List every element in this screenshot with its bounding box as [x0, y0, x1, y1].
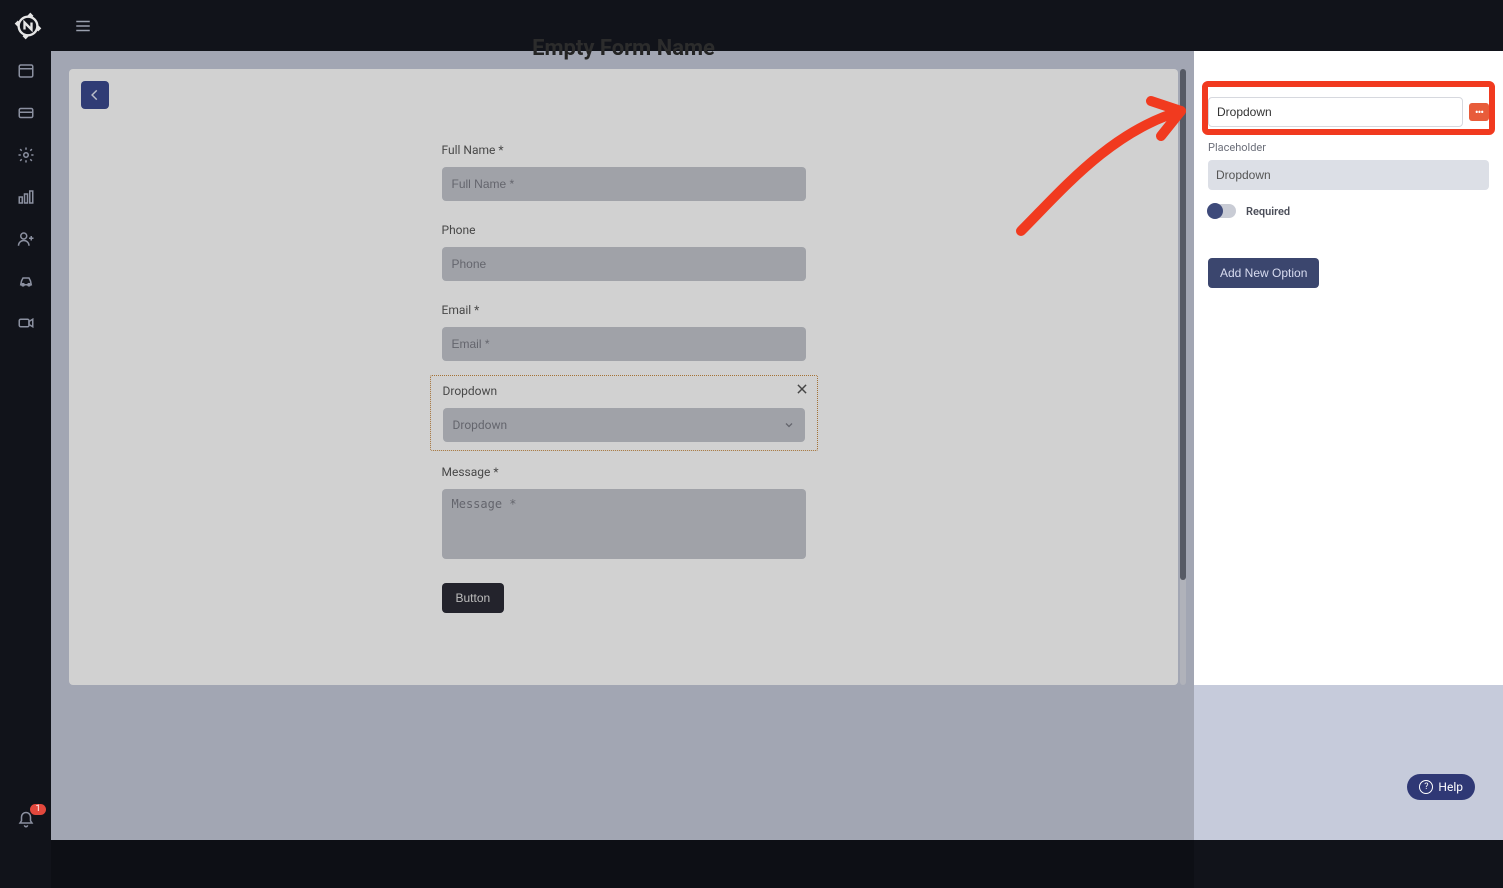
form-card: Full Name * Phone Email * Dropdown: [430, 135, 818, 631]
form-canvas: Empty Form Name Full Name * Phone Email …: [69, 69, 1178, 685]
field-message[interactable]: Message *: [430, 457, 818, 571]
rail-gear-icon[interactable]: [16, 145, 36, 165]
rail-car-icon[interactable]: [16, 271, 36, 291]
chevron-down-icon: [783, 419, 795, 431]
field-dropdown[interactable]: Dropdown Dropdown: [430, 375, 818, 451]
field-label-message: Message *: [442, 465, 806, 479]
rail-card-icon[interactable]: [16, 103, 36, 123]
rail-chart-icon[interactable]: [16, 187, 36, 207]
field-full-name[interactable]: Full Name *: [430, 135, 818, 209]
menu-toggle-icon[interactable]: [74, 17, 92, 35]
sidebar-rail: 1 KG: [0, 51, 51, 888]
form-title: Empty Form Name: [69, 36, 1178, 61]
rail-user-add-icon[interactable]: [16, 229, 36, 249]
field-email[interactable]: Email *: [430, 295, 818, 369]
app-logo[interactable]: [14, 12, 42, 40]
bottom-chrome: [0, 840, 1503, 888]
help-label: Help: [1438, 780, 1463, 794]
email-input[interactable]: [442, 327, 806, 361]
notification-badge: 1: [30, 804, 45, 815]
toggle-knob: [1207, 203, 1223, 219]
stage: Empty Form Name Full Name * Phone Email …: [51, 51, 1503, 888]
label-more-button[interactable]: •••: [1469, 103, 1489, 121]
required-toggle[interactable]: [1208, 204, 1236, 218]
dropdown-placeholder: Dropdown: [453, 418, 508, 432]
rail-video-icon[interactable]: [16, 313, 36, 333]
dropdown-input[interactable]: Dropdown: [443, 408, 805, 442]
field-label-dropdown: Dropdown: [443, 384, 805, 398]
rail-bell-icon[interactable]: 1: [16, 810, 36, 830]
field-label-full-name: Full Name *: [442, 143, 806, 157]
full-name-input[interactable]: [442, 167, 806, 201]
add-option-button[interactable]: Add New Option: [1208, 258, 1319, 288]
required-label: Required: [1246, 205, 1290, 218]
panel-label-input[interactable]: [1208, 97, 1463, 127]
help-icon: ?: [1419, 780, 1433, 794]
help-button[interactable]: ? Help: [1407, 774, 1475, 800]
canvas-scrollbar-thumb[interactable]: [1180, 69, 1186, 580]
panel-placeholder-label: Placeholder: [1208, 141, 1489, 154]
back-button[interactable]: [81, 81, 109, 109]
remove-field-icon[interactable]: [795, 382, 809, 396]
panel-placeholder-input[interactable]: [1208, 160, 1489, 190]
canvas-scrollbar[interactable]: [1180, 69, 1186, 685]
field-label-email: Email *: [442, 303, 806, 317]
field-phone[interactable]: Phone: [430, 215, 818, 289]
phone-input[interactable]: [442, 247, 806, 281]
properties-panel: ••• Placeholder Required Add New Option: [1194, 51, 1503, 685]
form-submit-button[interactable]: Button: [442, 583, 505, 613]
field-label-phone: Phone: [442, 223, 806, 237]
message-input[interactable]: [442, 489, 806, 559]
rail-window-icon[interactable]: [16, 61, 36, 81]
